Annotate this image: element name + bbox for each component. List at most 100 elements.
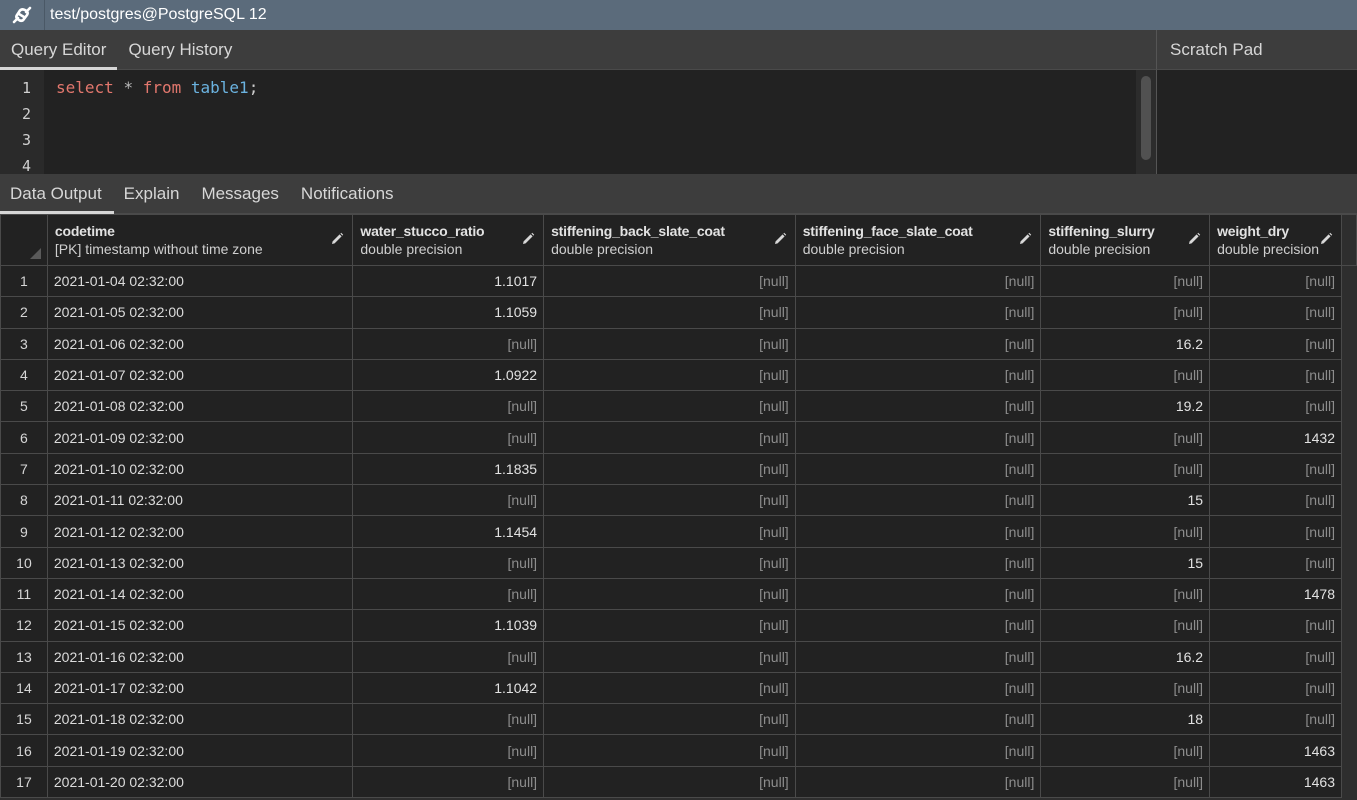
- cell-null[interactable]: [null]: [543, 452, 796, 486]
- cell-null[interactable]: [null]: [543, 546, 796, 579]
- cell-null[interactable]: [null]: [1209, 640, 1342, 673]
- cell-null[interactable]: [null]: [1040, 296, 1211, 329]
- cell-value[interactable]: 1463: [1209, 734, 1342, 767]
- cell-null[interactable]: [null]: [794, 327, 1042, 360]
- table-row[interactable]: 6 2021-01-09 02:32:00 [null] [null] [null] [n…: [0, 421, 1357, 454]
- table-row[interactable]: 13 2021-01-16 02:32:00 [null] [null] [null] 1…: [0, 640, 1357, 673]
- cell-null[interactable]: [null]: [1209, 358, 1342, 392]
- cell-value[interactable]: 1.1059: [352, 296, 545, 329]
- cell-null[interactable]: [null]: [543, 327, 796, 360]
- row-number[interactable]: 15: [0, 703, 48, 736]
- column-header-stiffening-face-slate-coat[interactable]: stiffening_face_slate_coat double precisi…: [794, 214, 1042, 266]
- sql-code-line[interactable]: select * from table1;: [56, 78, 258, 97]
- row-number[interactable]: 3: [0, 327, 48, 360]
- cell-codetime[interactable]: 2021-01-06 02:32:00: [46, 327, 354, 360]
- cell-null[interactable]: [null]: [352, 484, 545, 517]
- sql-editor[interactable]: 1 2 3 4 select * from table1;: [0, 70, 1156, 174]
- cell-codetime[interactable]: 2021-01-08 02:32:00: [46, 390, 354, 423]
- cell-null[interactable]: [null]: [352, 734, 545, 767]
- scratch-pad-area[interactable]: [1156, 70, 1357, 174]
- cell-value[interactable]: 1.1042: [352, 671, 545, 705]
- cell-value[interactable]: 19.2: [1040, 390, 1211, 423]
- cell-null[interactable]: [null]: [352, 703, 545, 736]
- cell-null[interactable]: [null]: [1040, 609, 1211, 642]
- cell-null[interactable]: [null]: [543, 640, 796, 673]
- edit-pencil-icon[interactable]: [521, 232, 535, 251]
- tab-data-output[interactable]: Data Output: [0, 174, 114, 214]
- cell-codetime[interactable]: 2021-01-05 02:32:00: [46, 296, 354, 329]
- cell-value[interactable]: 18: [1040, 703, 1211, 736]
- edit-pencil-icon[interactable]: [1187, 232, 1201, 251]
- cell-null[interactable]: [null]: [543, 577, 796, 611]
- cell-null[interactable]: [null]: [1209, 296, 1342, 329]
- tab-explain[interactable]: Explain: [114, 174, 192, 214]
- table-row[interactable]: 1 2021-01-04 02:32:00 1.1017 [null] [null] [n…: [0, 264, 1357, 298]
- cell-value[interactable]: 1478: [1209, 577, 1342, 611]
- cell-null[interactable]: [null]: [1209, 484, 1342, 517]
- cell-null[interactable]: [null]: [794, 546, 1042, 579]
- cell-null[interactable]: [null]: [1209, 452, 1342, 486]
- row-number[interactable]: 2: [0, 296, 48, 329]
- cell-null[interactable]: [null]: [794, 296, 1042, 329]
- cell-codetime[interactable]: 2021-01-16 02:32:00: [46, 640, 354, 673]
- cell-null[interactable]: [null]: [794, 358, 1042, 392]
- row-number[interactable]: 11: [0, 577, 48, 611]
- cell-null[interactable]: [null]: [1040, 452, 1211, 486]
- cell-null[interactable]: [null]: [543, 390, 796, 423]
- table-row[interactable]: 3 2021-01-06 02:32:00 [null] [null] [null] 16…: [0, 327, 1357, 360]
- table-row[interactable]: 12 2021-01-15 02:32:00 1.1039 [null] [null][…: [0, 609, 1357, 642]
- table-row[interactable]: 10 2021-01-13 02:32:00 [null] [null] [null] 1…: [0, 546, 1357, 579]
- table-row[interactable]: 9 2021-01-12 02:32:00 1.1454 [null] [null] [n…: [0, 515, 1357, 548]
- tab-notifications[interactable]: Notifications: [291, 174, 406, 214]
- edit-pencil-icon[interactable]: [773, 232, 787, 251]
- row-number[interactable]: 8: [0, 484, 48, 517]
- cell-codetime[interactable]: 2021-01-09 02:32:00: [46, 421, 354, 454]
- cell-null[interactable]: [null]: [352, 765, 545, 799]
- row-number[interactable]: 12: [0, 609, 48, 642]
- cell-null[interactable]: [null]: [794, 577, 1042, 611]
- cell-null[interactable]: [null]: [543, 765, 796, 799]
- cell-null[interactable]: [null]: [352, 577, 545, 611]
- cell-null[interactable]: [null]: [543, 296, 796, 329]
- cell-value[interactable]: 16.2: [1040, 640, 1211, 673]
- cell-codetime[interactable]: 2021-01-13 02:32:00: [46, 546, 354, 579]
- editor-scrollbar[interactable]: [1136, 70, 1156, 174]
- table-row[interactable]: 17 2021-01-20 02:32:00 [null] [null] [null][…: [0, 765, 1357, 799]
- cell-codetime[interactable]: 2021-01-20 02:32:00: [46, 765, 354, 799]
- tab-scratch-pad[interactable]: Scratch Pad: [1156, 30, 1357, 70]
- cell-null[interactable]: [null]: [352, 327, 545, 360]
- cell-value[interactable]: 15: [1040, 546, 1211, 579]
- cell-value[interactable]: 1463: [1209, 765, 1342, 799]
- row-number[interactable]: 14: [0, 671, 48, 705]
- row-number[interactable]: 13: [0, 640, 48, 673]
- cell-value[interactable]: 1.1039: [352, 609, 545, 642]
- cell-null[interactable]: [null]: [1040, 671, 1211, 705]
- cell-null[interactable]: [null]: [1209, 546, 1342, 579]
- cell-null[interactable]: [null]: [1209, 515, 1342, 548]
- cell-null[interactable]: [null]: [794, 264, 1042, 298]
- table-row[interactable]: 7 2021-01-10 02:32:00 1.1835 [null] [null] [n…: [0, 452, 1357, 486]
- cell-null[interactable]: [null]: [1209, 609, 1342, 642]
- cell-value[interactable]: 1.1454: [352, 515, 545, 548]
- cell-null[interactable]: [null]: [352, 546, 545, 579]
- cell-null[interactable]: [null]: [794, 390, 1042, 423]
- cell-null[interactable]: [null]: [794, 734, 1042, 767]
- tab-query-editor[interactable]: Query Editor: [0, 30, 118, 70]
- cell-null[interactable]: [null]: [794, 703, 1042, 736]
- cell-null[interactable]: [null]: [1209, 671, 1342, 705]
- cell-null[interactable]: [null]: [1209, 264, 1342, 298]
- cell-null[interactable]: [null]: [543, 515, 796, 548]
- cell-null[interactable]: [null]: [1209, 327, 1342, 360]
- cell-null[interactable]: [null]: [1040, 765, 1211, 799]
- cell-null[interactable]: [null]: [1040, 358, 1211, 392]
- cell-codetime[interactable]: 2021-01-15 02:32:00: [46, 609, 354, 642]
- cell-value[interactable]: 1.0922: [352, 358, 545, 392]
- edit-pencil-icon[interactable]: [330, 232, 344, 251]
- cell-codetime[interactable]: 2021-01-12 02:32:00: [46, 515, 354, 548]
- cell-codetime[interactable]: 2021-01-14 02:32:00: [46, 577, 354, 611]
- cell-null[interactable]: [null]: [543, 609, 796, 642]
- cell-codetime[interactable]: 2021-01-19 02:32:00: [46, 734, 354, 767]
- cell-null[interactable]: [null]: [543, 264, 796, 298]
- cell-value[interactable]: 16.2: [1040, 327, 1211, 360]
- row-number[interactable]: 4: [0, 358, 48, 392]
